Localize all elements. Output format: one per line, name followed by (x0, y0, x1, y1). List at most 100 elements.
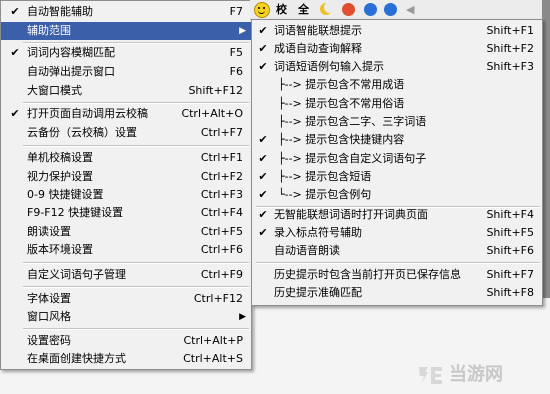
menu-item-set-password[interactable]: 设置密码 Ctrl+Alt+P (1, 332, 251, 350)
submenu-item-history-include-saved[interactable]: 历史提示时包含当前打开页已保存信息 Shift+F7 (252, 266, 542, 284)
menu-item-label: 设置密码 (27, 334, 71, 347)
submenu-item-custom-phrases[interactable]: ✔ ├--> 提示包含自定义词语句子 (252, 150, 542, 168)
submenu-item-idiom-lookup[interactable]: ✔ 成语自动查询解释 Shift+F2 (252, 40, 542, 58)
menu-item-auto-cloud-proof[interactable]: ✔ 打开页面自动调用云校稿 Ctrl+Alt+O (1, 105, 251, 123)
check-icon: ✔ (258, 188, 268, 201)
menu-item-label: └--> 提示包含例句 (278, 188, 372, 201)
menu-item-label: 自定义词语句子管理 (27, 268, 126, 281)
menu-item-assist-scope[interactable]: 辅助范围 ▶ (1, 22, 251, 40)
check-icon: ✔ (258, 170, 268, 183)
menu-item-local-proof-settings[interactable]: 单机校稿设置 Ctrl+F1 (1, 149, 251, 167)
menu-item-cloud-backup-settings[interactable]: 云备份（云校稿）设置 Ctrl+F7 (1, 124, 251, 142)
menu-item-shortcut: Ctrl+Alt+P (183, 334, 243, 347)
menu-item-digit-shortcuts[interactable]: 0-9 快捷键设置 Ctrl+F3 (1, 186, 251, 204)
menu-item-label: 词词内容模糊匹配 (27, 46, 115, 59)
record-icon[interactable] (342, 3, 355, 16)
smiley-icon[interactable] (254, 2, 270, 18)
menu-item-label: 自动智能辅助 (27, 5, 93, 18)
watermark-logo-icon (419, 367, 442, 384)
menu-item-shortcut: Ctrl+F9 (200, 268, 243, 281)
menu-item-eye-care-settings[interactable]: 视力保护设置 Ctrl+F2 (1, 168, 251, 186)
moon-icon[interactable] (320, 2, 335, 15)
menu-item-font-settings[interactable]: 字体设置 Ctrl+F12 (1, 290, 251, 308)
menu-item-shortcut: Ctrl+F1 (200, 151, 243, 164)
menu-item-label: 云备份（云校稿）设置 (27, 126, 137, 139)
menu-item-shortcut: Shift+F12 (188, 84, 243, 97)
watermark: 当游网 (417, 362, 503, 388)
check-icon: ✔ (10, 5, 20, 18)
toolbar: 校 全 ◀ (250, 0, 542, 20)
menu-item-label: 单机校稿设置 (27, 151, 93, 164)
check-icon: ✔ (258, 24, 268, 37)
menu-item-create-desktop-shortcut[interactable]: 在桌面创建快捷方式 Ctrl+Alt+S (1, 350, 251, 368)
check-icon: ✔ (258, 152, 268, 165)
menu-item-shortcut: F5 (229, 46, 243, 59)
menu-item-label: 版本环境设置 (27, 243, 93, 256)
menu-item-shortcut: Ctrl+Alt+O (181, 107, 243, 120)
menu-item-label: ├--> 提示包含自定义词语句子 (278, 152, 427, 165)
menu-item-shortcut: F7 (229, 5, 243, 18)
menu-item-shortcut: Ctrl+F3 (200, 188, 243, 201)
menu-item-label: 成语自动查询解释 (274, 42, 362, 55)
menu-item-shortcut: Shift+F3 (486, 60, 534, 73)
submenu-item-two-three-char[interactable]: ├--> 提示包含二字、三字词语 (252, 113, 542, 131)
menu-item-label: ├--> 提示包含短语 (278, 170, 372, 183)
submenu-item-history-exact-match[interactable]: 历史提示准确匹配 Shift+F8 (252, 284, 542, 302)
proofread-button[interactable]: 校 (276, 2, 287, 17)
menu-item-shortcut: Ctrl+F2 (200, 170, 243, 183)
check-icon: ✔ (258, 42, 268, 55)
menu-item-shortcut: Shift+F4 (486, 208, 534, 221)
menu-item-label: ├--> 提示包含二字、三字词语 (278, 115, 427, 128)
menu-item-custom-phrases[interactable]: 自定义词语句子管理 Ctrl+F9 (1, 266, 251, 284)
submenu-item-rare-idioms[interactable]: ├--> 提示包含不常用成语 (252, 76, 542, 94)
menu-item-auto-smart-assist[interactable]: ✔ 自动智能辅助 F7 (1, 3, 251, 21)
menu-item-shortcut: Shift+F5 (486, 226, 534, 239)
full-button[interactable]: 全 (298, 2, 309, 17)
menu-separator (23, 102, 249, 104)
menu-item-label: 录入标点符号辅助 (274, 226, 362, 239)
menu-item-version-env-settings[interactable]: 版本环境设置 Ctrl+F6 (1, 241, 251, 259)
check-icon: ✔ (10, 107, 20, 120)
menu-item-shortcut: Ctrl+F12 (193, 292, 243, 305)
submenu-item-short-phrases[interactable]: ✔ ├--> 提示包含短语 (252, 168, 542, 186)
check-icon: ✔ (258, 208, 268, 221)
menu-item-shortcut: Shift+F2 (486, 42, 534, 55)
menu-separator (23, 286, 249, 288)
submenu-arrow-icon: ▶ (239, 312, 246, 322)
submenu-item-open-dictionary[interactable]: ✔ 无智能联想词语时打开词典页面 Shift+F4 (252, 206, 542, 224)
menu-item-fkey-shortcuts[interactable]: F9-F12 快捷键设置 Ctrl+F4 (1, 204, 251, 222)
menu-item-label: 0-9 快捷键设置 (27, 188, 104, 201)
menu-item-shortcut: Ctrl+F5 (200, 225, 243, 238)
submenu-item-phrase-input-hint[interactable]: ✔ 词语短语例句输入提示 Shift+F3 (252, 58, 542, 76)
menu-item-auto-popup[interactable]: 自动弹出提示窗口 F6 (1, 63, 251, 81)
submenu-item-shortcut-content[interactable]: ✔ ├--> 提示包含快捷键内容 (252, 131, 542, 149)
menu-item-shortcut: Shift+F7 (486, 268, 534, 281)
menu-item-shortcut: F6 (229, 65, 243, 78)
menu-item-label: 历史提示准确匹配 (274, 286, 362, 299)
menu-item-label: ├--> 提示包含快捷键内容 (278, 133, 405, 146)
check-icon: ✔ (258, 226, 268, 239)
menu-item-shortcut: Ctrl+F4 (200, 206, 243, 219)
submenu-item-rare-sayings[interactable]: ├--> 提示包含不常用俗语 (252, 95, 542, 113)
check-icon: ✔ (10, 46, 20, 59)
menu-item-label: 窗口风格 (27, 310, 71, 323)
stop-icon[interactable] (384, 3, 397, 16)
submenu-arrow-icon: ▶ (239, 26, 246, 36)
menu-item-fuzzy-match[interactable]: ✔ 词词内容模糊匹配 F5 (1, 44, 251, 62)
menu-item-label: 辅助范围 (27, 24, 71, 37)
speaker-icon[interactable]: ◀ (406, 2, 414, 17)
submenu-item-punctuation-assist[interactable]: ✔ 录入标点符号辅助 Shift+F5 (252, 224, 542, 242)
submenu-item-auto-voice-read[interactable]: 自动语音朗读 Shift+F6 (252, 242, 542, 260)
menu-item-large-window[interactable]: 大窗口模式 Shift+F12 (1, 82, 251, 100)
menu-item-window-style[interactable]: 窗口风格 ▶ (1, 308, 251, 326)
submenu-item-smart-suggest[interactable]: ✔ 词语智能联想提示 Shift+F1 (252, 22, 542, 40)
menu-item-label: 自动弹出提示窗口 (27, 65, 115, 78)
menu-item-label: 打开页面自动调用云校稿 (27, 107, 148, 120)
play-icon[interactable] (364, 3, 377, 16)
menu-item-label: ├--> 提示包含不常用成语 (278, 78, 405, 91)
submenu-item-example-sentences[interactable]: ✔ └--> 提示包含例句 (252, 186, 542, 204)
menu-item-label: ├--> 提示包含不常用俗语 (278, 97, 405, 110)
main-context-menu: ✔ 自动智能辅助 F7 辅助范围 ▶ ✔ 词词内容模糊匹配 F5 自动弹出提示窗… (0, 0, 252, 370)
menu-item-read-aloud-settings[interactable]: 朗读设置 Ctrl+F5 (1, 223, 251, 241)
menu-item-label: 朗读设置 (27, 225, 71, 238)
